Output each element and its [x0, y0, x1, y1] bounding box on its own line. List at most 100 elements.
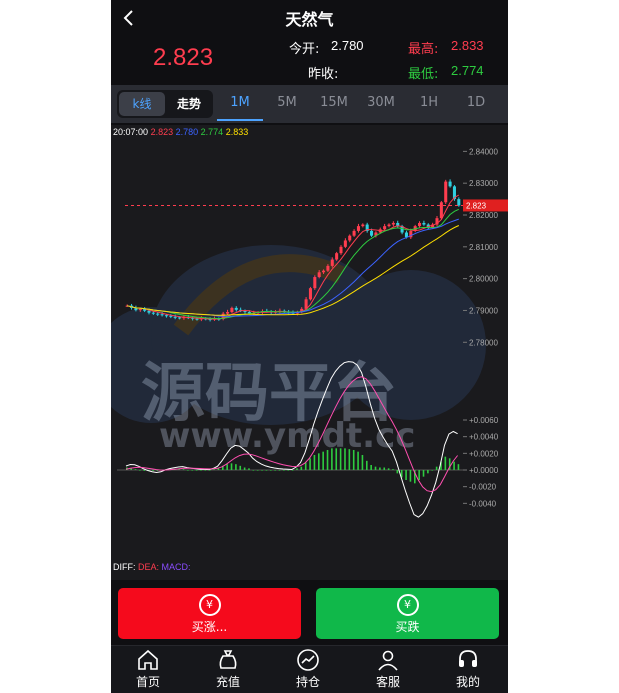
macd-bar [274, 470, 276, 471]
macd-bar [204, 470, 207, 471]
macd-bar [265, 470, 268, 471]
legend-time: 20:07:00 [113, 127, 149, 137]
macd-bar [230, 463, 233, 470]
tab-service[interactable]: 客服 [358, 648, 418, 690]
macd-bar [239, 465, 242, 470]
candle-body [448, 181, 452, 187]
chart-canvas: 源码平台 www.ymdt.cc 2.840002.830002.820002.… [111, 147, 508, 518]
buy-fall-button[interactable]: ¥ 买跌 [316, 588, 499, 639]
candle-body [404, 232, 408, 238]
macd-bar [195, 470, 198, 471]
timeframe-1d[interactable]: 1D [458, 95, 494, 110]
candle-body [418, 222, 422, 227]
macd-bar [243, 467, 246, 470]
tab-service-label: 客服 [375, 675, 400, 689]
buy-rise-button[interactable]: ¥ 买涨... [118, 588, 301, 639]
current-price-tag-label: 2.823 [466, 201, 487, 210]
watermark-text-url: www.ymdt.cc [159, 416, 415, 456]
macd-tick-label: +0.0040 [469, 433, 499, 442]
macd-bar [208, 470, 211, 471]
macd-bar [187, 470, 189, 471]
macd-bar [200, 470, 202, 471]
timeframe-1h[interactable]: 1H [411, 95, 447, 110]
candle-body [322, 270, 326, 273]
macd-tick-label: +0.0000 [469, 466, 499, 475]
macd-bar [418, 470, 420, 480]
macd-bar [182, 469, 185, 470]
macd-bar [300, 466, 303, 470]
low-label: 最低: [408, 67, 439, 82]
tab-home-label: 首页 [135, 675, 160, 689]
macd-bar [383, 467, 386, 470]
candle-body [173, 316, 177, 318]
macd-bar [313, 455, 316, 470]
candle-body [164, 315, 168, 317]
macd-bar [291, 470, 294, 471]
tab-positions[interactable]: 持仓 [278, 648, 338, 690]
timeframe-30m[interactable]: 30M [363, 95, 399, 110]
macd-bar [134, 469, 137, 470]
macd-bar [213, 469, 215, 470]
candle-body [387, 224, 391, 227]
price-tick-label: 2.81000 [469, 243, 498, 252]
macd-bar [422, 470, 425, 477]
candle-body [352, 230, 356, 236]
legend-ma3: 2.774 [200, 127, 224, 137]
candle-body [339, 246, 343, 254]
chart-tabs: k线 走势 1M 5M 15M 30M 1H 1D [111, 85, 508, 123]
macd-bar [318, 453, 320, 470]
price-tick-label: 2.84000 [469, 147, 498, 156]
macd-bar [304, 462, 307, 470]
timeframe-5m[interactable]: 5M [269, 95, 305, 110]
macd-bar [379, 467, 381, 470]
buy-fall-label: 买跌 [395, 620, 420, 634]
candle-body [156, 313, 160, 315]
candle-body [391, 222, 395, 225]
app-screen: 天然气 2.823 今开: 2.780 昨收: 最高: 2.833 最低: 2.… [111, 0, 508, 693]
macd-bar [139, 470, 141, 471]
candle-body [356, 226, 360, 231]
candle-body [178, 317, 182, 319]
yuan-down-icon: ¥ [396, 594, 419, 616]
macd-bar [287, 470, 290, 471]
macd-bar [405, 470, 407, 480]
money-bag-icon [219, 650, 237, 669]
candle-body [308, 288, 312, 300]
kline-tab[interactable]: k线 [119, 92, 165, 116]
price-tick-label: 2.83000 [469, 179, 498, 188]
candle-body [439, 202, 443, 219]
candle-body [313, 277, 317, 289]
timeframe-15m[interactable]: 15M [316, 95, 352, 110]
macd-tick-label: +0.0060 [469, 416, 499, 425]
timeframe-1m[interactable]: 1M [222, 95, 258, 110]
kline-chart[interactable]: 源码平台 www.ymdt.cc 2.84000 2.83000 2.82000 2.… [111, 125, 508, 580]
candle-body [138, 308, 142, 311]
high-label: 最高: [408, 42, 439, 57]
candle-body [370, 230, 374, 236]
macd-bar [252, 470, 255, 471]
macd-legend-macd: MACD: [161, 562, 191, 572]
macd-tick-label: -0.0040 [469, 499, 497, 508]
candle-body [160, 314, 164, 316]
tab-recharge[interactable]: 充值 [198, 648, 258, 690]
macd-bar [335, 448, 338, 470]
tab-home[interactable]: 首页 [118, 648, 178, 690]
candle-body [147, 310, 151, 313]
chart-legend: 20:07:00 2.823 2.780 2.774 2.833 [113, 127, 248, 137]
macd-bar [143, 470, 146, 471]
candle-body [383, 226, 387, 230]
macd-bar [339, 448, 342, 470]
tab-mine[interactable]: 我的 [438, 648, 498, 690]
macd-bar [256, 470, 259, 471]
legend-ma2: 2.780 [175, 127, 199, 137]
macd-bar [396, 470, 399, 474]
candle-body [335, 253, 339, 260]
low-value: 2.774 [451, 63, 484, 78]
trend-tab[interactable]: 走势 [167, 92, 211, 116]
timeframe-indicator [217, 119, 263, 121]
candle-body [234, 307, 238, 310]
prev-close-label: 昨收: [308, 67, 339, 82]
page-title: 天然气 [285, 10, 334, 29]
current-price-marker: 2.823 [125, 199, 508, 212]
chart-line-icon [297, 649, 319, 671]
